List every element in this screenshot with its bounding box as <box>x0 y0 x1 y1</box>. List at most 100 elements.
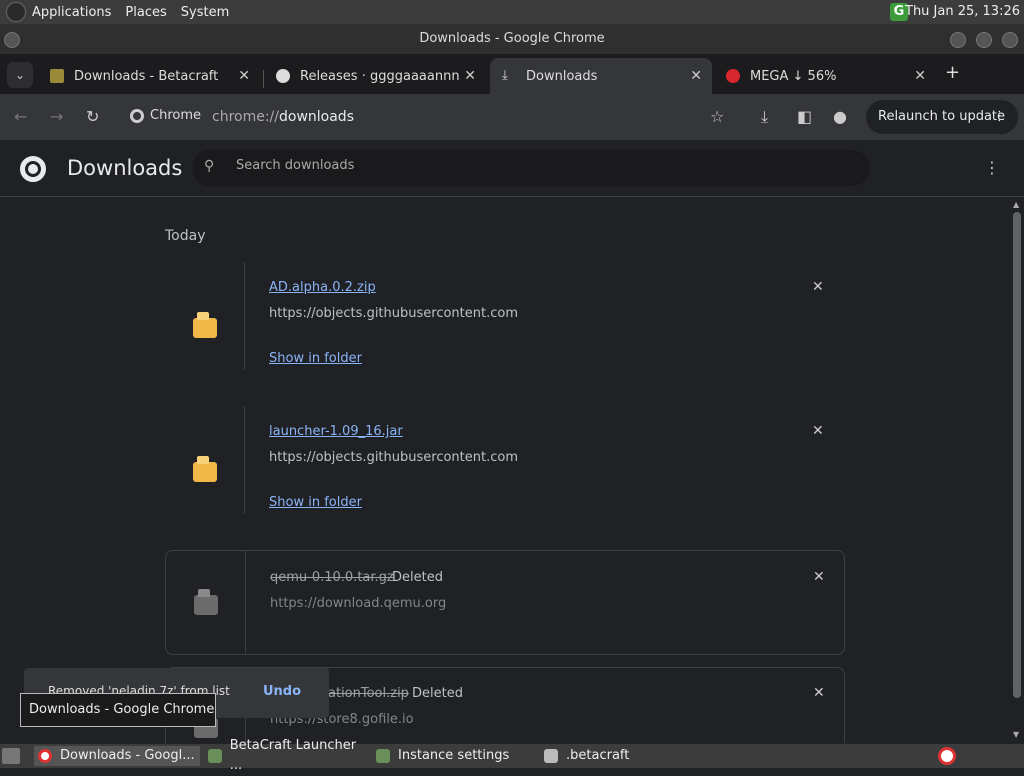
folder-icon <box>193 312 217 338</box>
chrome-logo-icon <box>20 156 46 182</box>
betacraft-icon <box>208 749 222 763</box>
task-label: .betacraft <box>566 748 630 763</box>
close-icon[interactable]: ✕ <box>914 68 926 84</box>
undo-button[interactable]: Undo <box>263 684 301 699</box>
tab-label: Downloads - Betacraft <box>74 68 219 84</box>
tab-label: Downloads <box>526 68 598 84</box>
tab-releases[interactable]: Releases · ggggaaaannnng ✕ <box>264 58 486 94</box>
mega-icon <box>726 69 740 83</box>
show-in-folder-link[interactable]: Show in folder <box>269 351 362 366</box>
side-panel-icon[interactable]: ◧ <box>797 107 812 126</box>
status-text: Deleted <box>412 686 463 701</box>
tray-chrome-icon[interactable] <box>938 747 956 765</box>
tab-downloads[interactable]: ⤓ Downloads ✕ <box>490 58 712 94</box>
browser-toolbar: ← → ↻ Chrome chrome://downloads ☆ ⤓ ◧ ● … <box>0 94 1024 140</box>
remove-icon[interactable]: ✕ <box>812 423 824 439</box>
chrome-icon <box>38 749 52 763</box>
show-desktop-icon[interactable] <box>2 748 20 764</box>
chip-label: Chrome <box>150 108 201 123</box>
icon-column <box>166 551 246 654</box>
address-bar[interactable]: Chrome chrome://downloads ☆ <box>120 101 740 133</box>
file-name: qemu-0.10.0.tar.gz <box>270 570 394 585</box>
taskbar-item-instance-settings[interactable]: Instance settings <box>372 746 538 766</box>
status-text: Deleted <box>392 570 443 585</box>
minimize-icon[interactable] <box>950 32 966 48</box>
menu-applications[interactable]: Applications <box>32 5 111 20</box>
file-link[interactable]: AD.alpha.0.2.zip <box>269 280 376 295</box>
chevron-down-icon: ⌄ <box>14 68 26 82</box>
remove-icon[interactable]: ✕ <box>812 279 824 295</box>
site-info-chip[interactable]: Chrome <box>130 108 201 123</box>
profile-icon[interactable]: ● <box>833 107 847 126</box>
url-host: downloads <box>279 109 354 125</box>
search-icon: ⚲ <box>204 158 215 174</box>
menu-system[interactable]: System <box>181 5 229 20</box>
window-menu-icon[interactable] <box>4 32 20 48</box>
date-header: Today <box>165 228 206 244</box>
show-in-folder-link[interactable]: Show in folder <box>269 495 362 510</box>
downloads-list: Today AD.alpha.0.2.zip https://objects.g… <box>0 198 1010 743</box>
distro-logo-icon[interactable] <box>6 2 26 22</box>
plus-icon: + <box>945 62 961 83</box>
download-item: launcher-1.09_16.jar https://objects.git… <box>165 406 845 514</box>
task-label: BetaCraft Launcher ... <box>229 738 357 773</box>
tab-label: MEGA ↓ 56% <box>750 68 837 84</box>
remove-icon[interactable]: ✕ <box>813 569 825 585</box>
downloads-icon[interactable]: ⤓ <box>761 107 768 127</box>
search-box[interactable]: ⚲ <box>192 150 870 186</box>
folder-icon <box>194 589 218 615</box>
file-link[interactable]: launcher-1.09_16.jar <box>269 424 403 439</box>
icon-column <box>165 262 245 370</box>
folder-icon <box>544 749 558 763</box>
scroll-thumb[interactable] <box>1013 212 1021 698</box>
scroll-up-icon[interactable]: ▲ <box>1013 200 1019 209</box>
taskbar-item-betacraft[interactable]: BetaCraft Launcher ... <box>204 738 370 773</box>
task-label: Instance settings <box>398 748 510 763</box>
download-item: qemu-0.10.0.tar.gz Deleted https://downl… <box>165 550 845 655</box>
maximize-icon[interactable] <box>976 32 992 48</box>
close-icon[interactable]: ✕ <box>464 68 476 84</box>
taskbar-item-betacraft-folder[interactable]: .betacraft <box>540 746 706 766</box>
bookmark-star-icon[interactable]: ☆ <box>710 107 724 126</box>
scrollbar[interactable]: ▲ ▼ <box>1010 198 1024 743</box>
search-input[interactable] <box>236 158 836 173</box>
file-name: ationTool.zip <box>328 686 409 701</box>
download-item: AD.alpha.0.2.zip https://objects.githubu… <box>165 262 845 370</box>
tab-mega[interactable]: MEGA ↓ 56% ✕ <box>714 58 936 94</box>
window-titlebar[interactable]: Downloads - Google Chrome <box>0 24 1024 54</box>
scroll-down-icon[interactable]: ▼ <box>1013 730 1019 739</box>
clock[interactable]: Thu Jan 25, 13:26 <box>905 4 1020 19</box>
taskbar-tooltip: Downloads - Google Chrome <box>20 693 216 727</box>
file-url: https://download.qemu.org <box>270 596 447 611</box>
close-window-icon[interactable] <box>1002 32 1018 48</box>
more-actions-icon[interactable]: ⋮ <box>984 158 1000 177</box>
remove-icon[interactable]: ✕ <box>813 685 825 701</box>
back-icon[interactable]: ← <box>14 107 27 126</box>
close-icon[interactable]: ✕ <box>690 68 702 84</box>
forward-icon[interactable]: → <box>50 107 63 126</box>
window-title: Downloads - Google Chrome <box>419 31 605 46</box>
github-icon <box>276 69 290 83</box>
new-tab-button[interactable]: + <box>945 62 960 83</box>
chrome-icon <box>130 108 144 123</box>
menu-places[interactable]: Places <box>125 5 166 20</box>
taskbar: Downloads - Googl... BetaCraft Launcher … <box>0 738 1024 773</box>
icon-column <box>165 406 245 514</box>
tab-search-button[interactable]: ⌄ <box>7 62 33 88</box>
page-title: Downloads <box>67 156 183 180</box>
more-vert-icon: ⋮ <box>993 109 1006 124</box>
folder-icon <box>193 456 217 482</box>
downloads-header: Downloads ⚲ ⋮ <box>0 140 1024 197</box>
betacraft-icon <box>376 749 390 763</box>
top-panel: Applications Places System G Thu Jan 25,… <box>0 0 1024 24</box>
url-scheme: chrome:// <box>212 109 279 125</box>
reload-icon[interactable]: ↻ <box>86 107 99 126</box>
relaunch-button[interactable]: Relaunch to update ⋮ <box>866 100 1018 134</box>
url-text[interactable]: chrome://downloads <box>212 109 354 125</box>
relaunch-label: Relaunch to update <box>878 109 1006 124</box>
tab-betacraft[interactable]: Downloads - Betacraft ✕ <box>38 58 260 94</box>
task-label: Downloads - Googl... <box>60 748 195 763</box>
taskbar-item-downloads[interactable]: Downloads - Googl... <box>34 746 200 766</box>
close-icon[interactable]: ✕ <box>238 68 250 84</box>
download-icon: ⤓ <box>502 68 508 83</box>
